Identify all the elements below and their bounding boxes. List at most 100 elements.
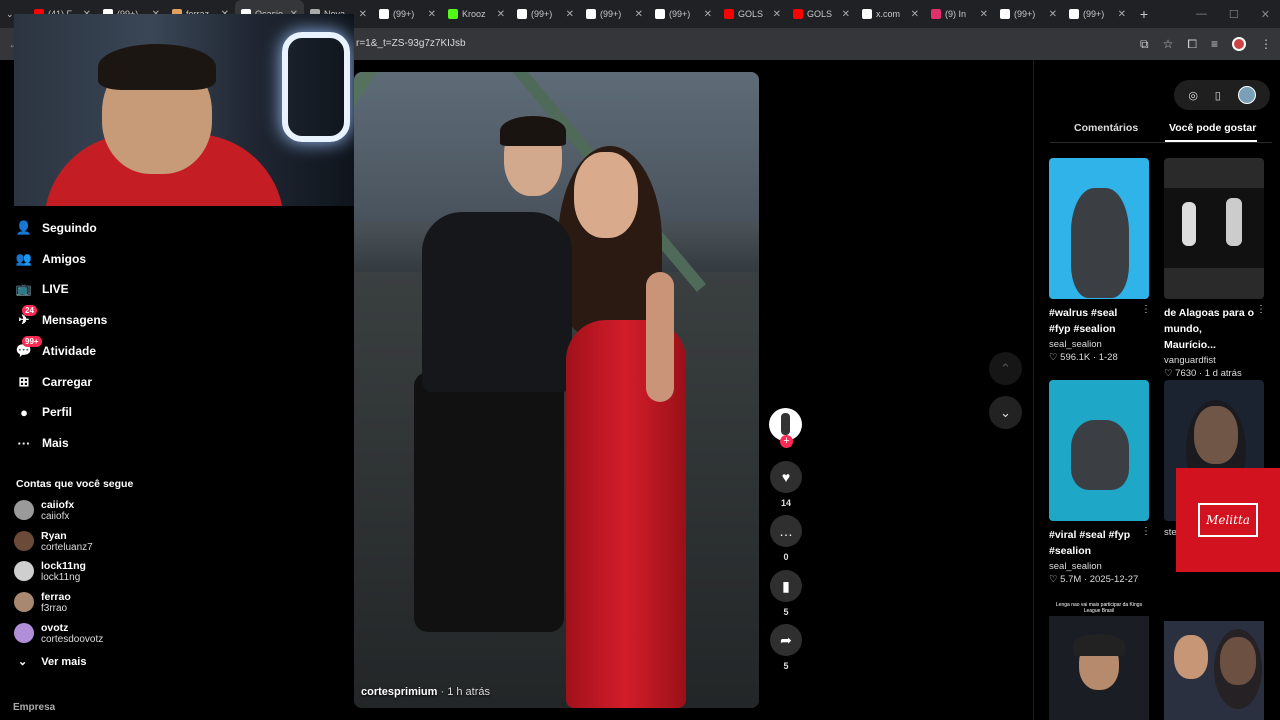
heart-outline-icon: ♡ bbox=[1049, 574, 1061, 585]
address-bar[interactable]: r=1&_t=ZS-93g7z7KIJsb bbox=[356, 28, 466, 60]
share-count: 5 bbox=[783, 661, 789, 671]
save-button[interactable]: ▮ bbox=[770, 570, 802, 602]
close-tab-icon[interactable]: ✕ bbox=[635, 9, 643, 20]
sidebar-item-mensagens[interactable]: ✈ 24 Mensagens bbox=[16, 305, 107, 331]
extensions-icon[interactable]: ⧠ bbox=[1187, 37, 1197, 52]
comment-button[interactable]: … bbox=[770, 515, 802, 547]
close-tab-icon[interactable]: ✕ bbox=[842, 9, 850, 20]
browser-tab[interactable]: (99+) ✕ bbox=[649, 0, 718, 28]
notification-badge: 24 bbox=[22, 305, 37, 316]
like-button[interactable]: ♥ bbox=[770, 461, 802, 493]
browser-profile-avatar[interactable] bbox=[1232, 37, 1246, 51]
suggested-video-card[interactable]: #viral #seal #fyp #sealion seal_sealion … bbox=[1049, 380, 1151, 585]
browser-tab[interactable]: Krooz ✕ bbox=[442, 0, 511, 28]
heart-icon: ♥ bbox=[781, 469, 791, 485]
following-icon: 👤 bbox=[15, 220, 33, 235]
new-tab-button[interactable]: + bbox=[1132, 6, 1156, 22]
close-tab-icon[interactable]: ✕ bbox=[1049, 9, 1057, 20]
card-author[interactable]: seal_sealion bbox=[1049, 561, 1149, 572]
tab-title: GOLS bbox=[807, 9, 833, 19]
suggested-thumb-bottom-right[interactable] bbox=[1164, 621, 1264, 720]
browser-tab[interactable]: (99+) ✕ bbox=[1063, 0, 1132, 28]
see-more-button[interactable]: ⌄ Ver mais bbox=[18, 655, 87, 669]
suggested-thumb-bottom-left[interactable]: Lenga nao vai mais participar da Kings L… bbox=[1049, 600, 1149, 720]
heart-outline-icon: ♡ bbox=[1049, 352, 1061, 363]
melitta-ad-banner[interactable]: Melitta bbox=[1176, 468, 1280, 572]
close-tab-icon[interactable]: ✕ bbox=[980, 9, 988, 20]
window-controls: — ☐ ✕ bbox=[1196, 8, 1280, 21]
browser-tab[interactable]: (99+) ✕ bbox=[580, 0, 649, 28]
follow-plus-icon[interactable]: + bbox=[780, 435, 793, 448]
next-video-button[interactable]: ⌄ bbox=[989, 396, 1022, 429]
tiktok-icon bbox=[655, 9, 665, 19]
tab-suggested[interactable]: Você pode gostar bbox=[1169, 122, 1256, 134]
close-tab-icon[interactable]: ✕ bbox=[773, 9, 781, 20]
browser-tab[interactable]: GOLS ✕ bbox=[787, 0, 856, 28]
close-tab-icon[interactable]: ✕ bbox=[497, 9, 505, 20]
followed-account[interactable]: ferrao f3rrao bbox=[14, 589, 71, 615]
close-tab-icon[interactable]: ✕ bbox=[566, 9, 574, 20]
sidebar-item-mais[interactable]: ··· Mais bbox=[16, 432, 69, 454]
close-tab-icon[interactable]: ✕ bbox=[1118, 9, 1126, 20]
see-more-label: Ver mais bbox=[41, 655, 87, 668]
video-author[interactable]: cortesprimium bbox=[361, 686, 437, 698]
sidebar-item-live[interactable]: 📺 LIVE bbox=[16, 278, 69, 300]
browser-tab[interactable]: x.com ✕ bbox=[856, 0, 925, 28]
media-controls-icon[interactable]: ≡ bbox=[1211, 37, 1218, 51]
browser-tab[interactable]: GOLS ✕ bbox=[718, 0, 787, 28]
sidebar-item-label: Carregar bbox=[42, 375, 93, 389]
video-time: · 1 h atrás bbox=[440, 686, 491, 698]
tab-comments[interactable]: Comentários bbox=[1074, 122, 1138, 134]
browser-tab[interactable]: (99+) ✕ bbox=[994, 0, 1063, 28]
compass-icon[interactable]: ◎ bbox=[1188, 89, 1198, 102]
menu-kebab-icon[interactable]: ⋮ bbox=[1260, 37, 1272, 51]
browser-tab[interactable]: (9) In ✕ bbox=[925, 0, 994, 28]
more-options-icon[interactable]: ⋮ bbox=[1256, 304, 1266, 315]
more-options-icon[interactable]: ⋮ bbox=[1141, 526, 1151, 537]
close-window-button[interactable]: ✕ bbox=[1261, 8, 1270, 21]
close-tab-icon[interactable]: ✕ bbox=[359, 9, 367, 20]
browser-tab[interactable]: (99+) ✕ bbox=[373, 0, 442, 28]
install-app-icon[interactable]: ⧉ bbox=[1140, 37, 1149, 52]
followed-account[interactable]: Ryan corteluanz7 bbox=[14, 528, 93, 554]
video-caption: cortesprimium · 1 h atrás bbox=[361, 686, 490, 698]
following-accounts-title: Contas que você segue bbox=[16, 478, 134, 490]
close-tab-icon[interactable]: ✕ bbox=[911, 9, 919, 20]
avatar bbox=[14, 592, 34, 612]
previous-video-button[interactable]: ⌃ bbox=[989, 352, 1022, 385]
sidebar-item-label: Seguindo bbox=[42, 221, 97, 235]
suggested-video-card[interactable]: de Alagoas para o mundo, Maurício... van… bbox=[1164, 158, 1266, 379]
maximize-button[interactable]: ☐ bbox=[1229, 8, 1239, 21]
author-avatar[interactable]: + bbox=[769, 408, 802, 448]
card-author[interactable]: vanguardfist bbox=[1164, 355, 1264, 366]
footer-company-link[interactable]: Empresa bbox=[13, 702, 55, 713]
sidebar-item-atividade[interactable]: 💬 99+ Atividade bbox=[16, 336, 96, 362]
close-tab-icon[interactable]: ✕ bbox=[704, 9, 712, 20]
user-avatar[interactable] bbox=[1237, 86, 1256, 104]
sidebar-item-seguindo[interactable]: 👤 Seguindo bbox=[16, 217, 97, 239]
kick-icon bbox=[448, 9, 458, 19]
followed-account[interactable]: ovotz cortesdoovotz bbox=[14, 620, 103, 646]
tab-title: (99+) bbox=[669, 9, 691, 19]
phone-icon[interactable]: ▯ bbox=[1215, 89, 1221, 102]
bookmark-star-icon[interactable]: ☆ bbox=[1163, 37, 1174, 51]
followed-account[interactable]: lock11ng lock11ng bbox=[14, 558, 86, 584]
followed-account[interactable]: caiiofx caiiofx bbox=[14, 497, 74, 523]
sidebar-item-label: Amigos bbox=[42, 252, 87, 266]
tiktok-icon bbox=[1000, 9, 1010, 19]
minimize-button[interactable]: — bbox=[1196, 8, 1207, 21]
post-date: 2025-12-27 bbox=[1089, 574, 1139, 585]
suggested-video-card[interactable]: #walrus #seal #fyp #sealion seal_sealion… bbox=[1049, 158, 1151, 363]
share-button[interactable]: ➦ bbox=[770, 624, 802, 656]
sidebar-item-perfil[interactable]: ● Perfil bbox=[16, 401, 72, 423]
more-options-icon[interactable]: ⋮ bbox=[1141, 304, 1151, 315]
video-player[interactable]: cortesprimium · 1 h atrás bbox=[354, 72, 759, 708]
card-author[interactable]: seal_sealion bbox=[1049, 339, 1149, 350]
post-date: 1-28 bbox=[1098, 352, 1118, 363]
sidebar-item-carregar[interactable]: ⊞ Carregar bbox=[16, 371, 92, 393]
browser-tab[interactable]: (99+) ✕ bbox=[511, 0, 580, 28]
friends-icon: 👥 bbox=[15, 251, 33, 266]
account-handle: cortesdoovotz bbox=[41, 633, 104, 645]
close-tab-icon[interactable]: ✕ bbox=[428, 9, 436, 20]
sidebar-item-amigos[interactable]: 👥 Amigos bbox=[16, 248, 86, 270]
